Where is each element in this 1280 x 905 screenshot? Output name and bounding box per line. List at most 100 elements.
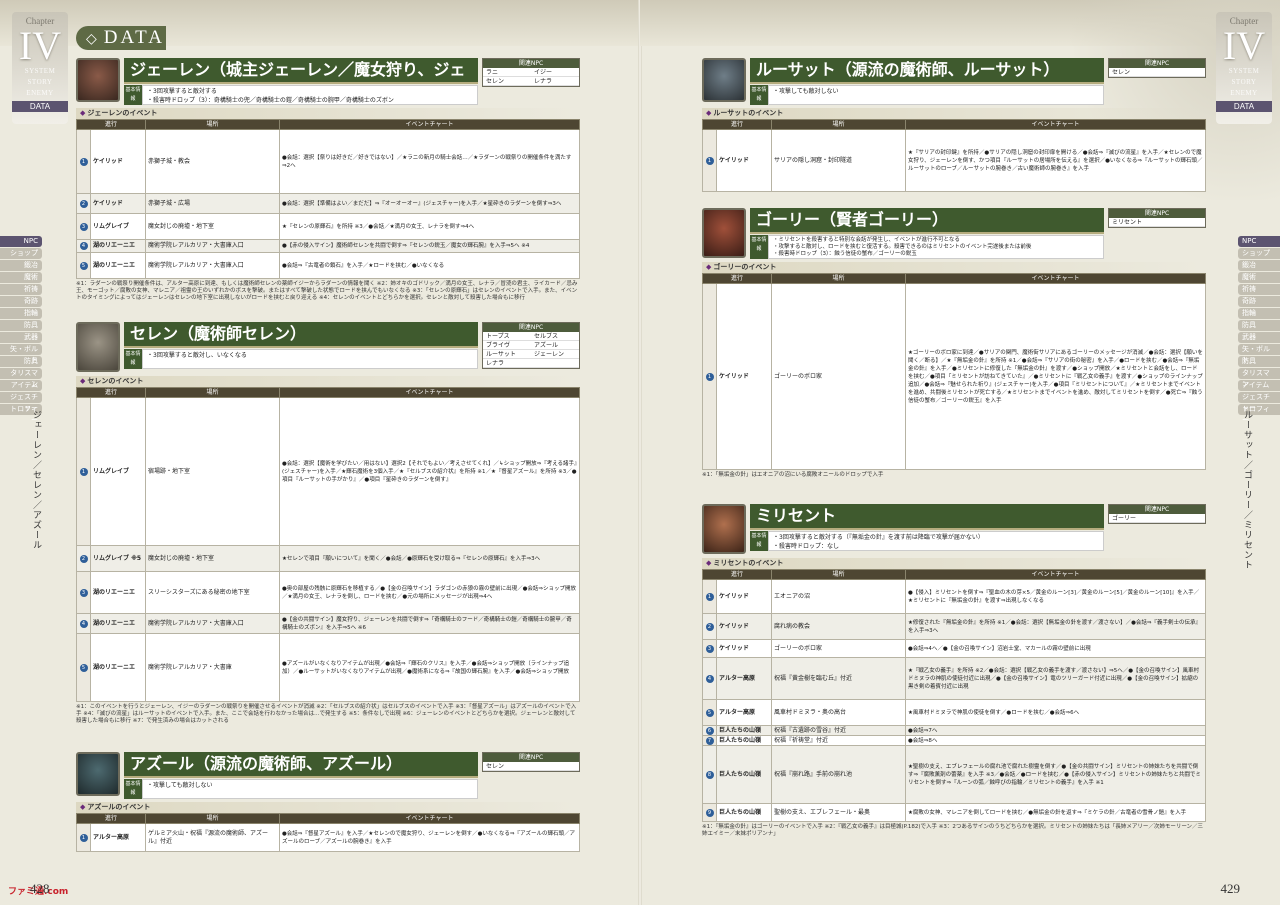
event-chart: ●【金の共闘サイン】魔女狩り、ジェーレンを共闘で倒す⇒『奇構騎士のフード／奇構騎…: [279, 613, 580, 634]
chapter-menu-data[interactable]: DATA: [12, 101, 68, 112]
npc-name: ラニ: [483, 68, 531, 77]
region: ケイリッド: [716, 283, 772, 470]
step-number: 4: [705, 674, 714, 683]
table-row: 2 リムグレイブ ※5 魔女封じの廃墟・地下室 ★セレンで項目『願いについて』を…: [76, 545, 580, 572]
step-number: 2: [705, 622, 714, 631]
gowry-portrait: [702, 208, 746, 258]
side-tab[interactable]: タリスマン: [0, 368, 42, 388]
side-tab[interactable]: 鍛冶: [0, 260, 42, 271]
place: 宿場跡・地下室: [145, 397, 280, 546]
region: ケイリッド: [716, 579, 772, 614]
side-tab[interactable]: ジェスチャー: [0, 392, 42, 412]
millicent-events-title: ミリセントのイベント: [702, 558, 1206, 569]
step-number: 1: [705, 372, 714, 381]
step-number: 5: [79, 663, 88, 672]
place: 魔術学院レアルカリア・大書庫: [145, 633, 280, 702]
table-row: 8 巨人たちの山嶺 祝福『崩れ路』手前の崩れ池 ★聖樹の支え、エブレフェールの腐…: [702, 745, 1206, 804]
side-tab[interactable]: 指輪: [0, 308, 42, 319]
chapter-menu-data[interactable]: DATA: [1216, 101, 1272, 112]
step-number: 7: [705, 736, 714, 745]
event-chart: ●会話⇒7へ: [905, 725, 1206, 736]
side-tab[interactable]: 祈祷: [0, 284, 42, 295]
place: スリーシスターズにある秘密の地下室: [145, 571, 280, 614]
npc-name: ミリセント: [1109, 218, 1157, 227]
region: アルター高原: [716, 699, 772, 726]
side-tab[interactable]: 矢・ボルト: [0, 344, 42, 364]
chapter-menu-story[interactable]: STORY: [12, 77, 68, 88]
chapter-menu-enemy[interactable]: ENEMY: [1216, 88, 1272, 99]
place: 腐れ病の教会: [771, 613, 906, 640]
side-tab[interactable]: ジェスチャー: [1238, 392, 1280, 412]
azur-npc-box: 関連NPC セレン: [482, 752, 580, 772]
region: 巨人たちの山嶺: [716, 725, 772, 736]
side-tabs-left: NPCショップ鍛冶魔術祈祷奇跡指輪防具武器矢・ボルト防具タリスマンアイテムジェス…: [0, 236, 42, 424]
col-no: 進行: [76, 813, 146, 824]
sellen-events-title: セレンのイベント: [76, 376, 580, 387]
table-row: 1 ケイリッド 赤獅子城・教会 ●会話：選択【祭りは好きだ／好きではない】／★ラ…: [76, 129, 580, 194]
region: 湖のリエーニエ: [90, 613, 146, 634]
side-tab[interactable]: アイテム: [1238, 380, 1280, 391]
side-tab[interactable]: 指輪: [1238, 308, 1280, 319]
character-azur: アズール（源流の魔術師、アズール） 基本情報 ・攻撃しても敵対しない 関連NPC…: [76, 752, 580, 852]
region: 湖のリエーニエ: [90, 633, 146, 702]
side-tab[interactable]: アイテム: [0, 380, 42, 391]
side-tab[interactable]: 防具: [1238, 320, 1280, 331]
side-tab[interactable]: ショップ: [1238, 248, 1280, 259]
side-tab[interactable]: 防具: [0, 320, 42, 331]
left-vertical-title: ジェーレン／セレン／アズール: [31, 410, 41, 550]
event-chart: ★腐敗の女神、マレニアを倒してロードを挟む／●無垢金の針を返す⇒『ミケラの針／古…: [905, 803, 1206, 822]
npc-name: [1157, 218, 1205, 227]
millicent-event-table: 進行 場所 イベントチャート 1 ケイリッド エオニアの沼 ●【侵入】ミリセント…: [702, 569, 1206, 822]
event-chart: ●奥の部屋の残骸に原輝石を移植する／●【金の召喚サイン】ラダゴンの赤狼の霧の壁前…: [279, 571, 580, 614]
side-tab[interactable]: NPC: [1238, 236, 1280, 247]
gowry-events-title: ゴーリーのイベント: [702, 262, 1206, 273]
chapter-menu-system[interactable]: SYSTEM: [1216, 66, 1272, 77]
sellen-event-table: 進行 場所 イベントチャート 1 リムグレイブ 宿場跡・地下室 ●会話：選択【魔…: [76, 387, 580, 702]
azur-portrait: [76, 752, 120, 796]
side-tab[interactable]: 祈祷: [1238, 284, 1280, 295]
side-tab[interactable]: NPC: [0, 236, 42, 247]
page-number-left: 428: [30, 881, 50, 896]
character-millicent: ミリセント 基本情報 ・3回攻撃すると敵対する（『無垢金の針』を渡す前は降臨で攻…: [702, 504, 1206, 838]
side-tab[interactable]: 奇跡: [0, 296, 42, 307]
table-row: 1 リムグレイブ 宿場跡・地下室 ●会話：選択【魔術を学びたい／用はない】選択2…: [76, 397, 580, 546]
character-sellen: セレン（魔術師セレン） 基本情報 ・3回攻撃すると敵対し、いなくなる 関連NPC…: [76, 322, 580, 725]
chapter-menu-system[interactable]: SYSTEM: [12, 66, 68, 77]
millicent-npc-box: 関連NPC ゴーリー: [1108, 504, 1206, 524]
character-rusat: ルーサット（源流の魔術師、ルーサット） 基本情報 ・攻撃しても敵対しない 関連N…: [702, 58, 1206, 192]
region: 湖のリエーニエ: [90, 239, 146, 253]
col-chart: イベントチャート: [279, 119, 580, 130]
region: ケイリッド: [716, 129, 772, 192]
npc-header: 関連NPC: [483, 323, 579, 332]
side-tab[interactable]: 防具: [0, 356, 42, 367]
side-tab[interactable]: ショップ: [0, 248, 42, 259]
event-chart: ★修復された『無垢金の針』を所持 ※1／●会話：選択【無垢金の針を渡す／渡さない…: [905, 613, 1206, 640]
chapter-menu-story[interactable]: STORY: [1216, 77, 1272, 88]
col-chart: イベントチャート: [279, 813, 580, 824]
place: 赤獅子城・広場: [145, 193, 280, 214]
npc-name: トープス: [483, 332, 531, 341]
millicent-footnote: ※1：『無垢金の針』はゴーリーのイベントで入手 ※2：『戦乙女の義手』は目極城(…: [702, 824, 1204, 837]
side-tab[interactable]: タリスマン: [1238, 368, 1280, 388]
info-tag: 基本情報: [124, 349, 142, 369]
millicent-name: ミリセント: [750, 504, 1104, 530]
chapter-menu-enemy[interactable]: ENEMY: [12, 88, 68, 99]
side-tab[interactable]: 武器: [1238, 332, 1280, 343]
table-row: 4 アルター高原 祝福『黄金樹を臨む丘』付近 ★『戦乙女の義手』を所持 ※2／●…: [702, 657, 1206, 700]
side-tab[interactable]: 魔術: [1238, 272, 1280, 283]
place: ゴーリーのボロ家: [771, 639, 906, 658]
col-no: 進行: [76, 387, 146, 398]
side-tab[interactable]: 魔術: [0, 272, 42, 283]
side-tab[interactable]: 防具: [1238, 356, 1280, 367]
region: リムグレイブ ※5: [90, 545, 146, 572]
step-number: 1: [705, 592, 714, 601]
side-tab[interactable]: 武器: [0, 332, 42, 343]
col-place: 場所: [771, 273, 906, 284]
side-tab[interactable]: 鍛冶: [1238, 260, 1280, 271]
side-tab[interactable]: 奇跡: [1238, 296, 1280, 307]
side-tab[interactable]: 矢・ボルト: [1238, 344, 1280, 364]
step-number: 2: [79, 199, 88, 208]
step-number: 1: [79, 833, 88, 842]
step-number: 3: [705, 644, 714, 653]
npc-name: セルブス: [531, 332, 579, 341]
